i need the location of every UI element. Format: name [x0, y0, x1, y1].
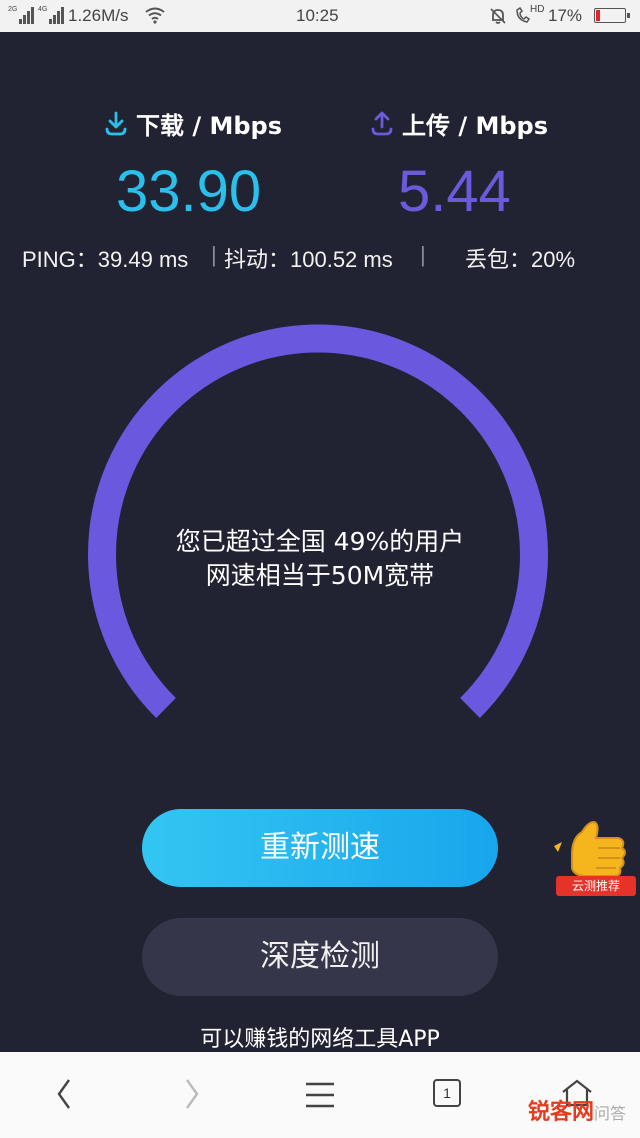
- speed-gauge: [88, 324, 548, 718]
- cloud-recommend-badge[interactable]: 云测推荐: [556, 876, 636, 896]
- gauge-bandwidth-text: 网速相当于50M宽带: [205, 561, 435, 590]
- forward-icon[interactable]: [180, 1074, 204, 1114]
- retest-button[interactable]: 重新测速: [142, 809, 498, 887]
- tab-count-button[interactable]: 1: [433, 1079, 461, 1107]
- gauge-percentile-text: 您已超过全国 49%的用户: [175, 527, 465, 556]
- watermark: 锐客网问答: [528, 1100, 627, 1125]
- promo-text[interactable]: 可以赚钱的网络工具APP: [0, 1021, 640, 1053]
- deep-test-button[interactable]: 深度检测: [142, 918, 498, 996]
- menu-icon[interactable]: [305, 1080, 335, 1110]
- back-icon[interactable]: [52, 1074, 76, 1114]
